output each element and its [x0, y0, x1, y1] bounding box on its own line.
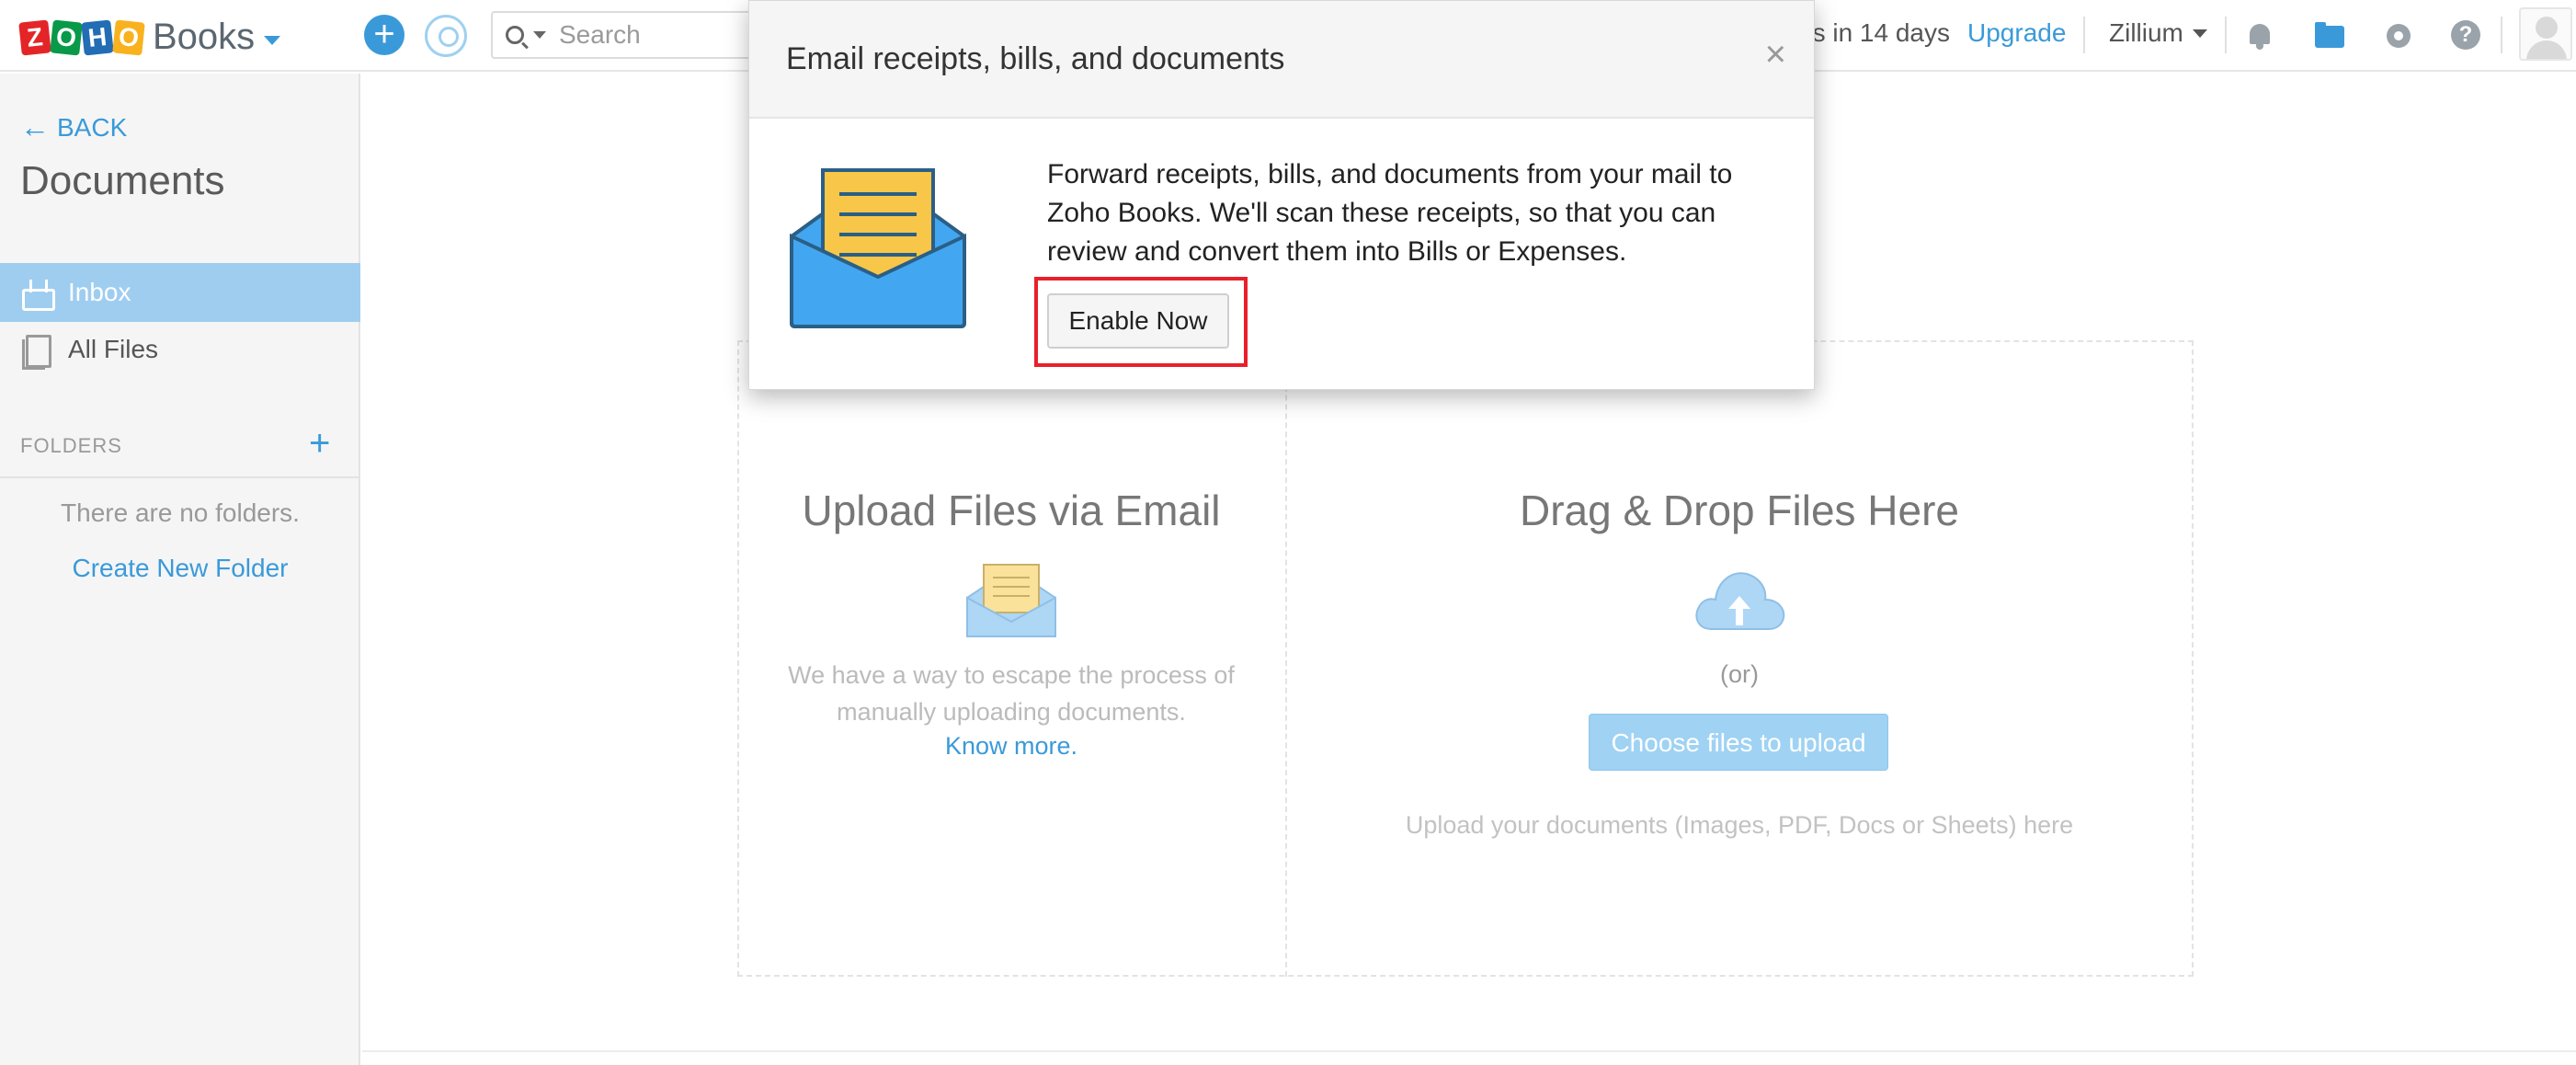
search-icon	[506, 26, 524, 44]
enable-now-button[interactable]: Enable Now	[1047, 293, 1229, 349]
email-upload-description: We have a way to escape the process of m…	[788, 661, 1235, 726]
arrow-left-icon: ←	[20, 110, 50, 143]
modal-description: Forward receipts, bills, and documents f…	[1047, 159, 1733, 267]
upload-hint-text: Upload your documents (Images, PDF, Docs…	[1405, 811, 2074, 839]
upgrade-link[interactable]: Upgrade	[1967, 18, 2066, 48]
divider	[2083, 17, 2085, 53]
divider	[362, 1050, 2576, 1052]
add-folder-button[interactable]: +	[309, 423, 330, 464]
sidebar-item-all-files[interactable]: All Files	[0, 320, 360, 379]
modal-header: Email receipts, bills, and documents ×	[749, 1, 1814, 119]
divider	[2225, 17, 2227, 53]
avatar[interactable]	[2519, 7, 2572, 61]
product-name: Books	[153, 17, 256, 57]
zoho-letter: Z	[18, 18, 51, 56]
inbox-icon	[22, 280, 55, 311]
app-logo[interactable]: Z O H O Books	[18, 17, 281, 58]
chevron-down-icon	[2192, 29, 2207, 38]
chevron-down-icon[interactable]	[264, 35, 281, 45]
create-folder-link[interactable]: Create New Folder	[0, 554, 360, 583]
search-scope-chevron-icon[interactable]	[533, 31, 546, 39]
divider	[0, 476, 360, 478]
or-text: (or)	[1720, 660, 1759, 688]
plus-icon: +	[309, 423, 331, 464]
search-bar	[491, 11, 785, 59]
email-upload-title: Upload Files via Email	[802, 487, 1221, 534]
search-input[interactable]	[559, 20, 743, 50]
page-title: Documents	[20, 158, 225, 203]
envelope-icon	[790, 168, 966, 328]
know-more-link[interactable]: Know more.	[737, 732, 1285, 761]
zoho-letter: O	[112, 18, 145, 56]
quick-create-button[interactable]: +	[364, 15, 405, 55]
folders-heading: FOLDERS	[20, 434, 122, 457]
drag-drop-title: Drag & Drop Files Here	[1519, 487, 1960, 534]
zoho-logo: Z O H O	[18, 18, 145, 56]
sidebar-item-inbox[interactable]: Inbox	[0, 263, 360, 322]
sidebar: ← BACK Documents Inbox All Files FOLDERS…	[0, 74, 360, 1065]
organization-name: Zillium	[2109, 18, 2183, 47]
divider	[2501, 17, 2502, 53]
sidebar-item-label: Inbox	[68, 278, 131, 306]
highlight-box: Enable Now	[1034, 277, 1248, 367]
back-label: BACK	[57, 112, 128, 142]
organization-switcher[interactable]: Zillium	[2109, 18, 2207, 48]
trial-status-text: es in 14 days	[1798, 18, 1950, 47]
folder-icon[interactable]	[2313, 20, 2344, 52]
close-icon[interactable]: ×	[1765, 34, 1786, 75]
choose-files-button[interactable]: Choose files to upload	[1589, 714, 1888, 771]
bell-icon[interactable]	[2245, 20, 2276, 52]
recent-activity-button[interactable]	[425, 15, 467, 57]
modal-title: Email receipts, bills, and documents	[786, 41, 1285, 76]
zoho-letter: H	[81, 18, 114, 56]
email-documents-modal: Email receipts, bills, and documents × F…	[748, 0, 1815, 390]
gear-icon[interactable]	[2383, 20, 2414, 52]
sidebar-item-label: All Files	[68, 335, 159, 363]
file-icon	[22, 335, 51, 370]
envelope-icon	[966, 564, 1056, 637]
plus-icon: +	[373, 14, 395, 54]
help-icon[interactable]: ?	[2451, 20, 2480, 50]
cloud-upload-icon	[1695, 572, 1785, 630]
upload-divider	[1285, 340, 1287, 977]
zoho-letter: O	[50, 18, 83, 56]
back-link[interactable]: ← BACK	[20, 110, 127, 144]
empty-folders-text: There are no folders.	[61, 498, 300, 527]
